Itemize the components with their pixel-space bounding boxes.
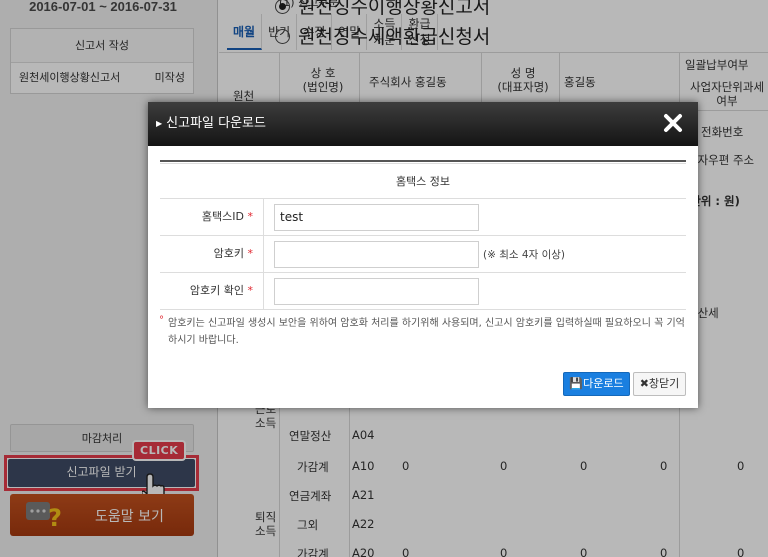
- dialog-header: ▶ 신고파일 다운로드: [148, 102, 698, 146]
- notice-line-2: 하시기 바랍니다.: [168, 335, 239, 346]
- close-window-button[interactable]: ✖창닫기: [633, 372, 686, 396]
- hometax-id-input[interactable]: [274, 203, 479, 231]
- required-mark: *: [247, 210, 254, 223]
- notice-bullet-icon: °: [159, 315, 164, 326]
- password-confirm-input[interactable]: [274, 277, 479, 305]
- hometax-id-label: 홈택스ID: [201, 210, 244, 223]
- download-file-dialog: ▶신고파일 다운로드 홈택스 정보 홈택스ID * 암호키 * (※ 최소 4자…: [148, 102, 698, 408]
- hometax-id-label-cell: 홈택스ID *: [160, 199, 264, 235]
- password-confirm-label-cell: 암호키 확인 *: [160, 273, 264, 309]
- notice-line-1: 암호키는 신고파일 생성시 보안을 위하여 암호화 처리를 하기위해 사용되며,…: [168, 318, 685, 329]
- download-button[interactable]: 💾다운로드: [563, 372, 630, 396]
- close-icon[interactable]: [662, 111, 684, 135]
- password-row: 암호키 * (※ 최소 4자 이상): [160, 236, 686, 273]
- x-icon: ✖: [639, 377, 649, 390]
- password-hint: (※ 최소 4자 이상): [483, 248, 565, 261]
- dialog-title: 신고파일 다운로드: [166, 116, 266, 131]
- title-arrow-icon: ▶: [156, 119, 163, 128]
- hometax-info-table: 홈택스 정보 홈택스ID * 암호키 * (※ 최소 4자 이상) 암호키 확인…: [160, 160, 686, 310]
- hometax-id-row: 홈택스ID *: [160, 199, 686, 236]
- save-icon: 💾: [569, 377, 584, 390]
- password-label-cell: 암호키 *: [160, 236, 264, 272]
- required-mark: *: [247, 284, 254, 297]
- close-window-button-label: 창닫기: [648, 377, 680, 390]
- password-input[interactable]: [274, 240, 479, 268]
- password-notice: ° 암호키는 신고파일 생성시 보안을 위하여 암호화 처리를 하기위해 사용되…: [159, 315, 686, 349]
- required-mark: *: [247, 247, 254, 260]
- password-confirm-label: 암호키 확인: [189, 284, 244, 297]
- password-confirm-row: 암호키 확인 *: [160, 273, 686, 310]
- download-button-label: 다운로드: [583, 377, 624, 390]
- hometax-info-title: 홈택스 정보: [160, 163, 686, 199]
- password-label: 암호키: [213, 247, 244, 260]
